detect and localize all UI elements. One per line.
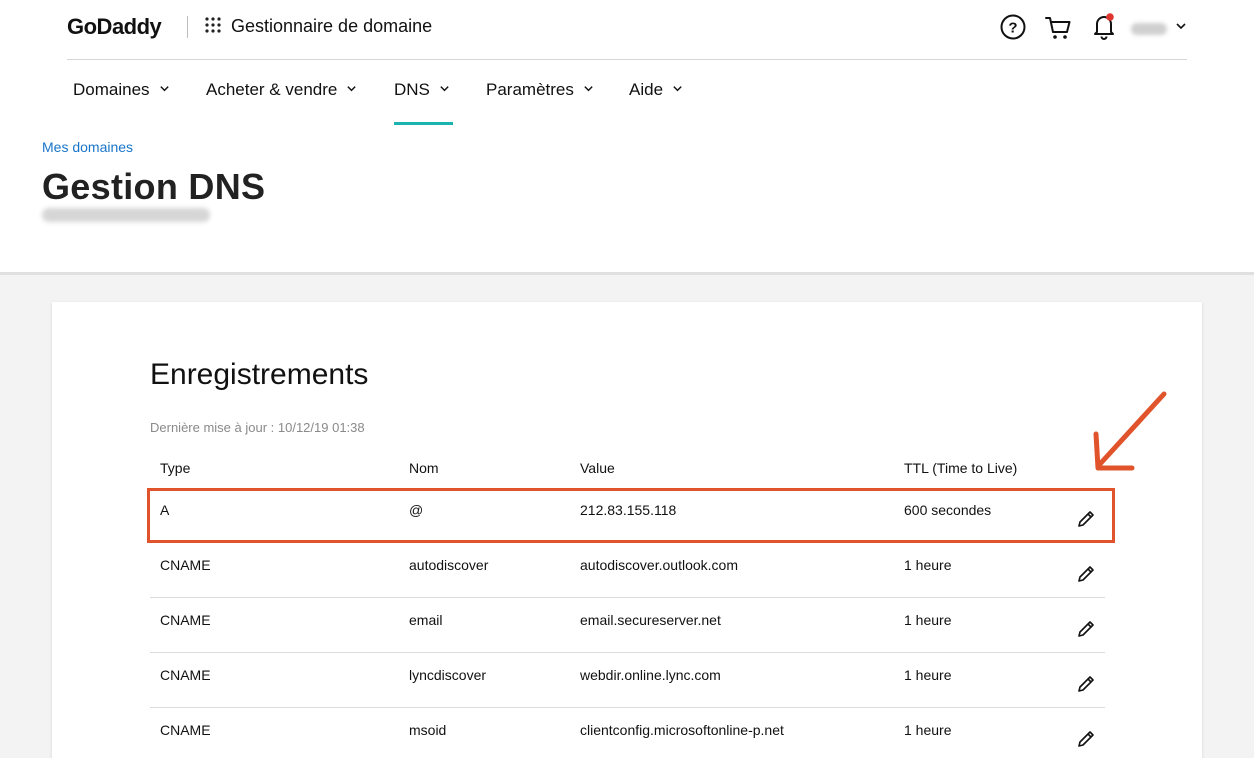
chevron-down-icon xyxy=(584,86,593,92)
account-menu[interactable] xyxy=(1131,18,1189,40)
cart-icon[interactable] xyxy=(1044,13,1072,41)
chevron-down-icon xyxy=(1176,23,1186,30)
top-header: GoDaddy Gestionnaire de domaine ? xyxy=(67,0,1187,60)
table-row: CNAME lyncdiscover webdir.online.lync.co… xyxy=(150,653,1105,708)
cell-type: CNAME xyxy=(160,667,211,683)
cell-ttl: 1 heure xyxy=(904,722,952,738)
pencil-icon[interactable] xyxy=(1076,674,1096,694)
bell-icon[interactable] xyxy=(1091,12,1117,40)
column-header-ttl: TTL (Time to Live) xyxy=(904,460,1018,476)
cell-value: email.secureserver.net xyxy=(580,612,721,628)
annotation-arrow-icon xyxy=(1093,391,1167,471)
header-divider xyxy=(187,16,188,38)
pencil-icon[interactable] xyxy=(1076,564,1096,584)
cell-name: autodiscover xyxy=(409,557,489,573)
godaddy-logo[interactable]: GoDaddy xyxy=(67,14,162,40)
cell-name: msoid xyxy=(409,722,447,738)
pencil-icon[interactable] xyxy=(1076,619,1096,639)
nav-parametres[interactable]: Paramètres xyxy=(486,80,594,125)
app-title: Gestionnaire de domaine xyxy=(231,16,433,36)
nav-acheter-vendre[interactable]: Acheter & vendre xyxy=(206,80,357,125)
cell-ttl: 1 heure xyxy=(904,557,952,573)
cell-name: lyncdiscover xyxy=(409,667,487,683)
notification-dot xyxy=(1106,13,1114,21)
nav-label: Domaines xyxy=(73,80,150,99)
cell-name: email xyxy=(409,612,443,628)
last-update-text: Dernière mise à jour : 10/12/19 01:38 xyxy=(150,420,365,435)
nav-label: Paramètres xyxy=(486,80,574,99)
domain-name-redacted xyxy=(42,208,210,222)
table-row: CNAME msoid clientconfig.microsoftonline… xyxy=(150,708,1105,758)
svg-text:?: ? xyxy=(1008,20,1017,37)
column-header-type: Type xyxy=(160,460,191,476)
cell-value: clientconfig.microsoftonline-p.net xyxy=(580,722,784,738)
nav-aide[interactable]: Aide xyxy=(629,80,683,125)
breadcrumb-mes-domaines[interactable]: Mes domaines xyxy=(42,139,133,155)
cell-ttl: 1 heure xyxy=(904,612,952,628)
records-title: Enregistrements xyxy=(150,358,369,391)
chevron-down-icon xyxy=(347,86,357,92)
cell-type: CNAME xyxy=(160,557,211,573)
nav-dns[interactable]: DNS xyxy=(394,80,453,125)
account-name-redacted xyxy=(1131,23,1167,35)
table-row: CNAME email email.secureserver.net 1 heu… xyxy=(150,598,1105,653)
nav-label: Aide xyxy=(629,80,664,99)
pencil-icon[interactable] xyxy=(1076,729,1096,749)
highlight-box xyxy=(147,488,1115,543)
cell-type: CNAME xyxy=(160,722,211,738)
apps-grid-icon[interactable] xyxy=(205,17,221,33)
column-header-value: Value xyxy=(580,460,615,476)
help-icon[interactable]: ? xyxy=(1000,14,1026,40)
nav-label: Acheter & vendre xyxy=(206,80,338,99)
nav-label: DNS xyxy=(394,80,430,99)
nav-domaines[interactable]: Domaines xyxy=(73,80,170,125)
page-title: Gestion DNS xyxy=(42,166,266,207)
cell-value: autodiscover.outlook.com xyxy=(580,557,738,573)
chevron-down-icon xyxy=(440,86,449,92)
chevron-down-icon xyxy=(673,86,682,92)
cell-value: webdir.online.lync.com xyxy=(580,667,721,683)
cell-type: CNAME xyxy=(160,612,211,628)
cell-ttl: 1 heure xyxy=(904,667,952,683)
chevron-down-icon xyxy=(159,86,169,92)
column-header-nom: Nom xyxy=(409,460,439,476)
table-row: CNAME autodiscover autodiscover.outlook.… xyxy=(150,543,1105,598)
